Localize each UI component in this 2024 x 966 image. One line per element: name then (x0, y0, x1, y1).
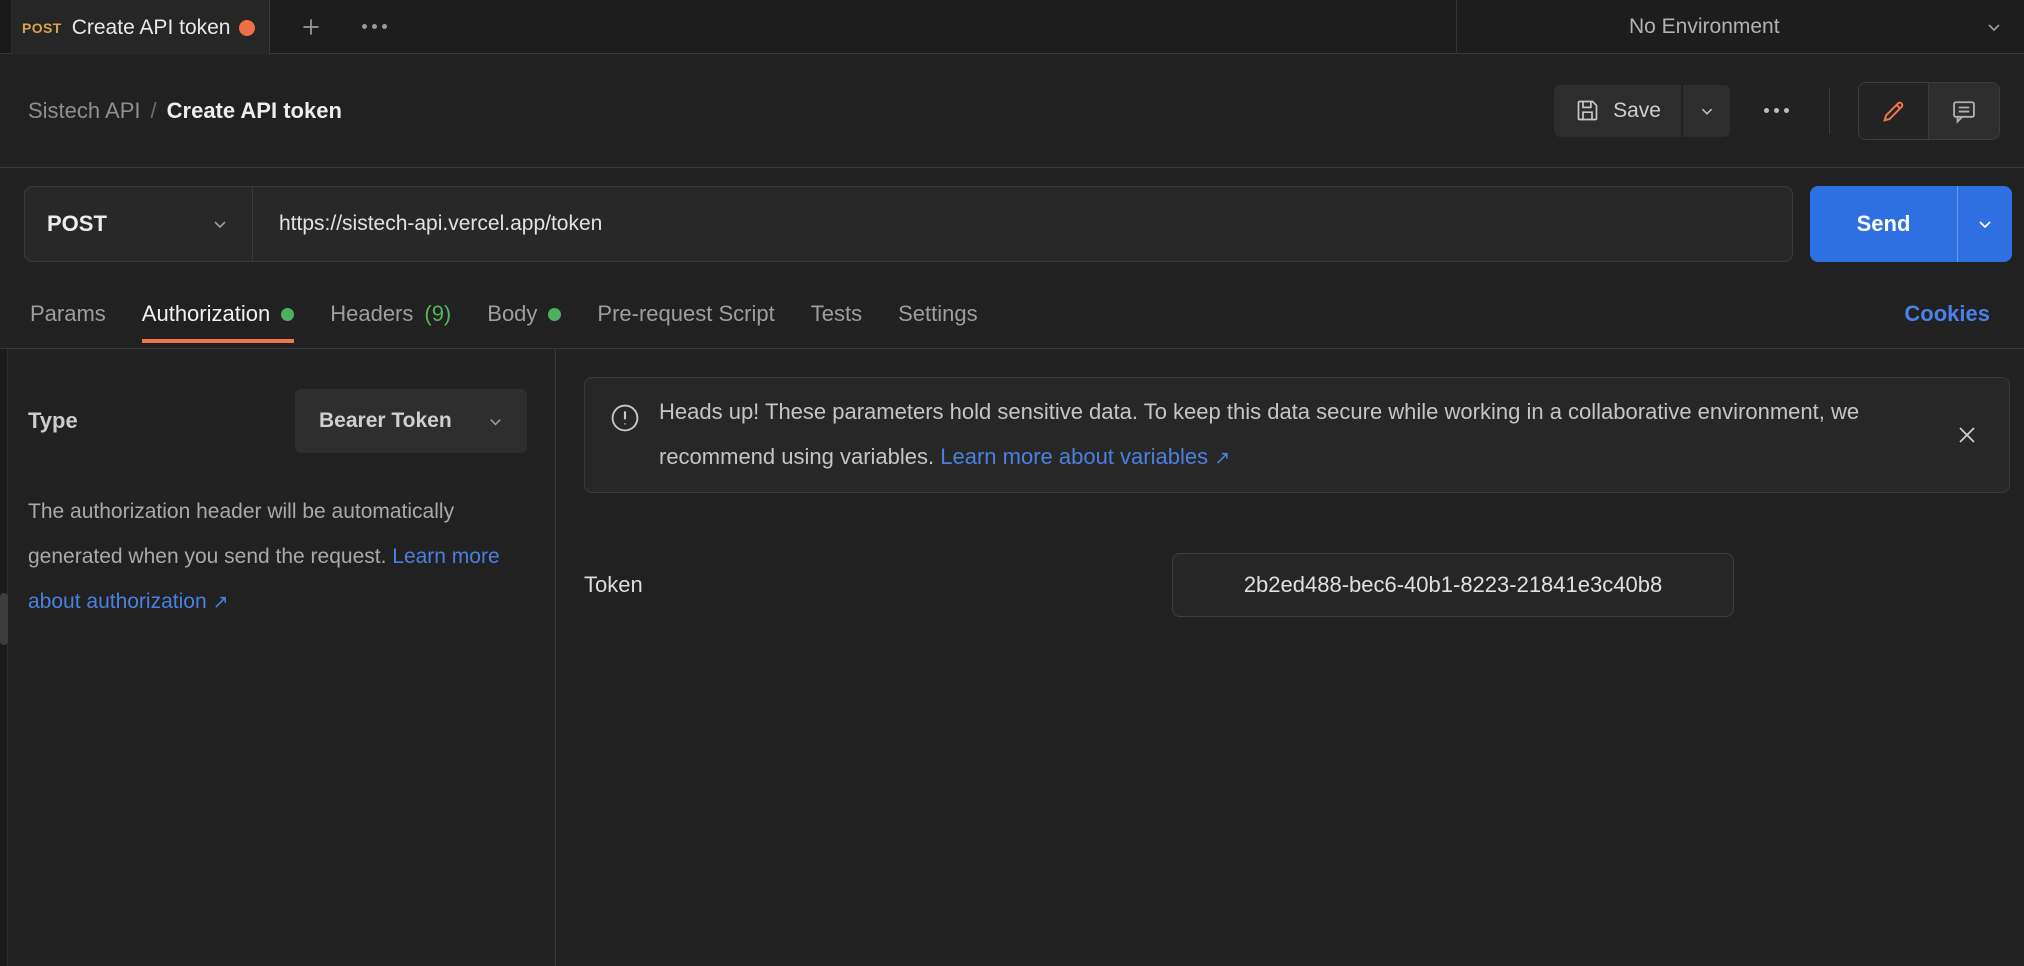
tab-label: Settings (898, 301, 978, 326)
header-divider (1829, 87, 1830, 134)
banner-message-text: Heads up! These parameters hold sensitiv… (659, 399, 1860, 469)
comments-button[interactable] (1929, 82, 1999, 139)
documentation-edit-button[interactable] (1859, 82, 1929, 139)
left-scroll-track (0, 349, 8, 966)
method-selector[interactable]: POST (25, 187, 253, 261)
chevron-down-icon (208, 212, 232, 236)
token-row: Token (584, 553, 2010, 617)
close-icon (1953, 421, 1981, 449)
breadcrumb-request-name[interactable]: Create API token (167, 98, 342, 124)
right-sidebar-toggle-group (1858, 81, 2000, 140)
tab-bar: POST Create API token No Environment (0, 0, 2024, 55)
banner-message: Heads up! These parameters hold sensitiv… (659, 389, 1929, 481)
headers-count: (9) (424, 301, 452, 326)
url-input[interactable] (253, 212, 1792, 236)
external-link-arrow-icon: ↗ (1214, 447, 1231, 469)
sensitive-data-banner: Heads up! These parameters hold sensitiv… (584, 377, 2010, 493)
more-options-icon (362, 24, 387, 29)
auth-type-panel: Type Bearer Token The authorization head… (0, 349, 556, 966)
chevron-down-icon (484, 410, 507, 433)
tab-params[interactable]: Params (30, 280, 106, 348)
cookies-link[interactable]: Cookies (1904, 301, 1990, 327)
plus-icon (298, 14, 324, 40)
tab-settings[interactable]: Settings (898, 280, 978, 348)
tab-filled-dot (281, 307, 295, 321)
tab-label: Params (30, 301, 106, 326)
method-selected-value: POST (47, 211, 107, 236)
tab-authorization[interactable]: Authorization (141, 280, 295, 348)
new-tab-button[interactable] (294, 10, 328, 44)
token-input-box (1172, 553, 1734, 617)
environment-selector[interactable]: No Environment (1456, 0, 2024, 54)
send-button[interactable]: Send (1810, 186, 1957, 262)
tab-body[interactable]: Body (487, 280, 562, 348)
save-floppy-icon (1574, 97, 1601, 124)
request-tabs: Params Authorization Headers (9) Body Pr… (0, 280, 2024, 349)
auth-description-text: The authorization header will be automat… (28, 500, 455, 568)
request-tab-active[interactable]: POST Create API token (12, 0, 270, 55)
token-field-label: Token (584, 572, 643, 597)
tab-label: Headers (330, 301, 414, 326)
tab-title: Create API token (71, 15, 231, 39)
save-button-label: Save (1613, 98, 1661, 122)
tab-options-button[interactable] (358, 20, 391, 33)
tab-label: Authorization (141, 301, 271, 326)
tab-actions (270, 0, 391, 53)
request-header: Sistech API / Create API token Save (0, 54, 2024, 168)
left-scroll-thumb[interactable] (0, 593, 8, 645)
breadcrumb-separator: / (150, 97, 157, 123)
breadcrumb-collection[interactable]: Sistech API (28, 98, 141, 124)
unsaved-changes-dot (239, 19, 255, 36)
auth-type-label: Type (28, 408, 78, 433)
tab-method-badge: POST (22, 19, 62, 36)
chevron-down-icon (1973, 212, 1997, 236)
auth-type-row: Type Bearer Token (28, 389, 527, 453)
banner-close-button[interactable] (1947, 415, 1987, 455)
tab-label: Pre-request Script (597, 301, 775, 326)
url-bar: POST (24, 186, 1793, 262)
save-dropdown-button[interactable] (1683, 84, 1730, 137)
more-options-icon (1764, 108, 1789, 113)
tab-filled-dot (548, 307, 562, 321)
auth-value-panel: Heads up! These parameters hold sensitiv… (556, 349, 2024, 966)
pencil-icon (1880, 97, 1908, 125)
token-input[interactable] (1173, 572, 1733, 598)
tab-label: Tests (810, 301, 863, 326)
tab-tests[interactable]: Tests (811, 280, 862, 348)
header-actions: Save (1554, 81, 2000, 140)
save-button[interactable]: Save (1554, 84, 1681, 137)
learn-more-variables-link[interactable]: Learn more about variables (940, 444, 1208, 469)
auth-description: The authorization header will be automat… (28, 489, 503, 625)
tab-label: Body (487, 301, 538, 326)
request-url-row: POST Send (0, 168, 2024, 280)
request-options-button[interactable] (1730, 108, 1829, 113)
auth-type-selector[interactable]: Bearer Token (295, 389, 527, 453)
external-link-arrow-icon: ↗ (212, 591, 229, 613)
auth-type-selected-value: Bearer Token (319, 409, 452, 432)
chevron-down-icon (1696, 100, 1718, 122)
authorization-content: Type Bearer Token The authorization head… (0, 349, 2024, 966)
comment-icon (1950, 97, 1978, 125)
breadcrumb: Sistech API / Create API token (28, 98, 342, 124)
warning-circle-icon (609, 402, 641, 434)
tab-pre-request-script[interactable]: Pre-request Script (597, 280, 774, 348)
tab-bar-left-edge (0, 0, 12, 53)
tab-headers[interactable]: Headers (9) (330, 280, 451, 348)
environment-selected-value: No Environment (1629, 15, 1780, 38)
chevron-down-icon (1982, 15, 2006, 39)
send-button-group: Send (1810, 186, 2012, 262)
send-options-button[interactable] (1957, 186, 2012, 262)
